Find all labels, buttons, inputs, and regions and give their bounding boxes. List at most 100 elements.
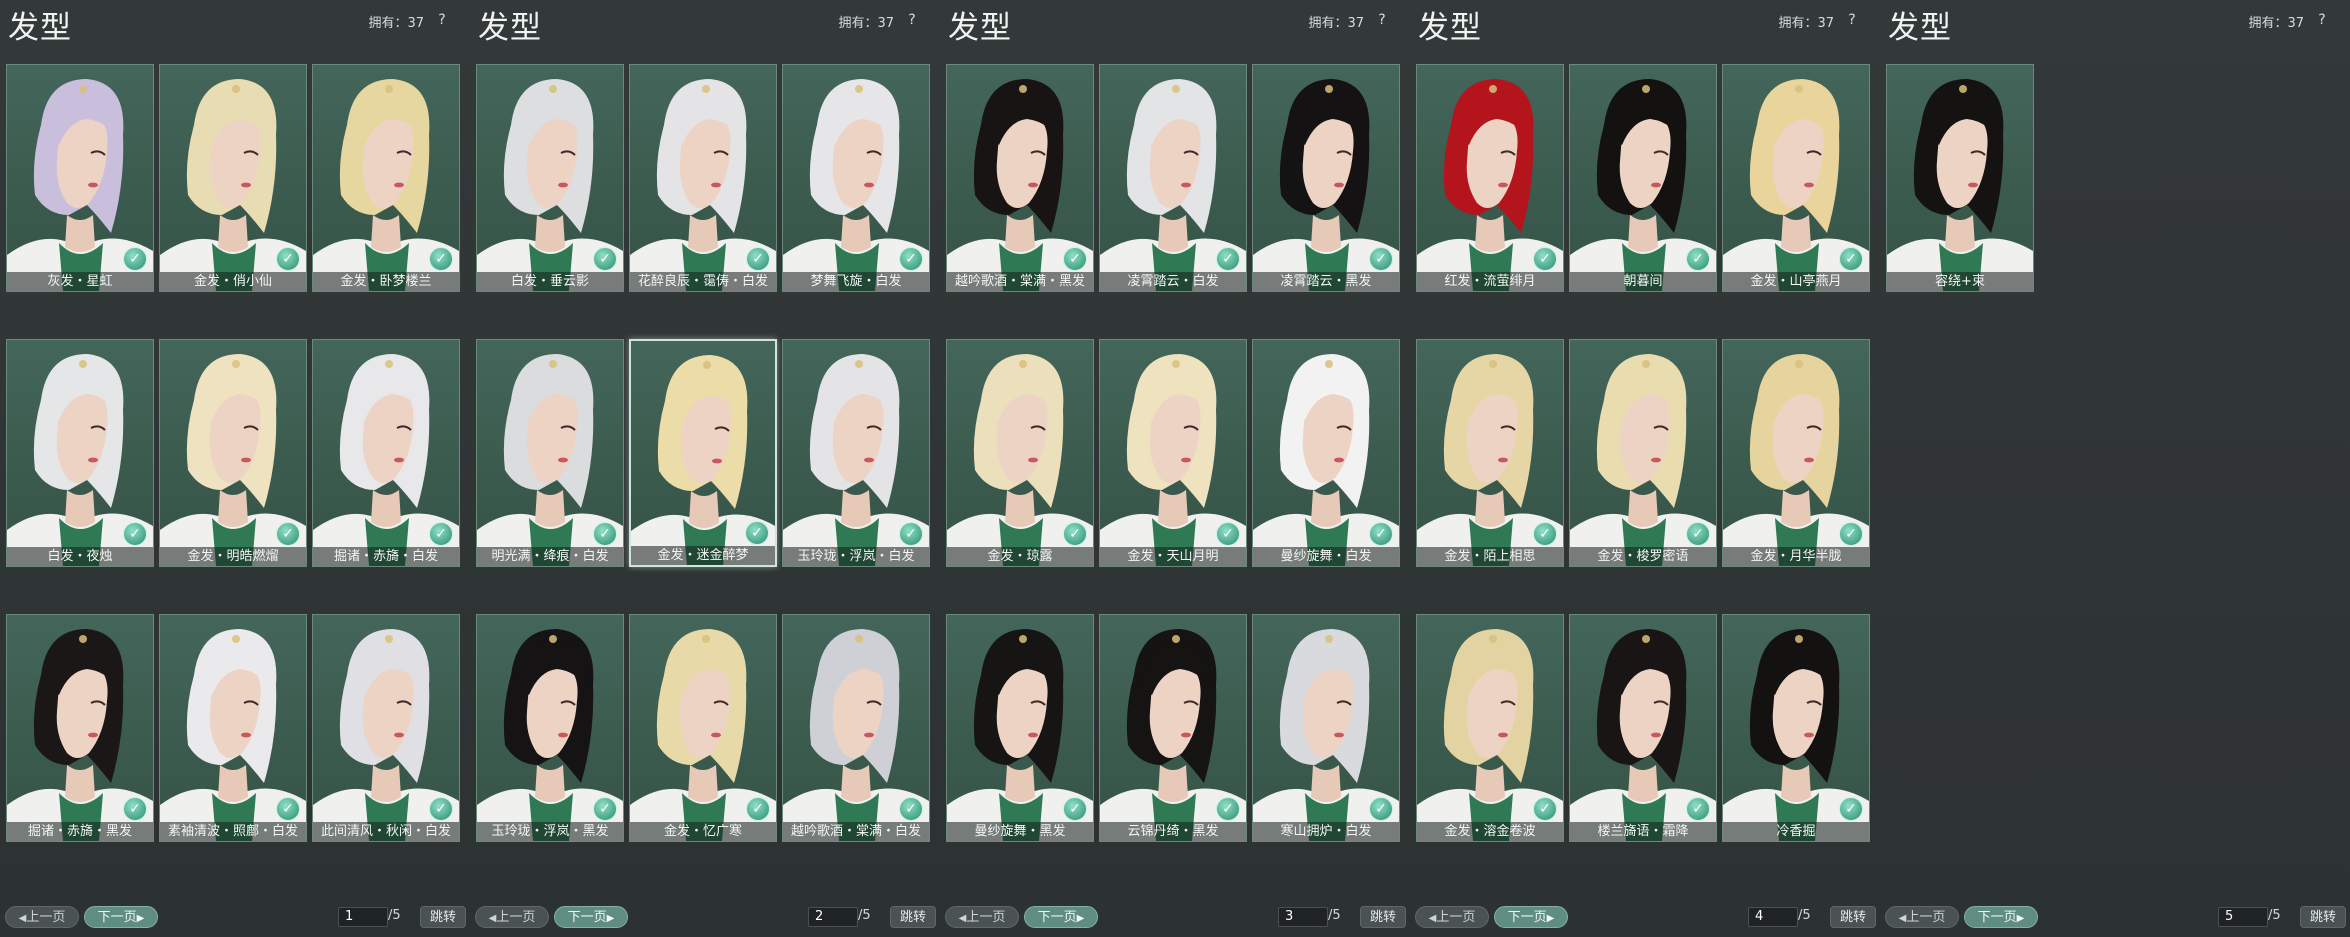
next-page-button[interactable]: 下一页▶ — [554, 906, 628, 928]
hairstyle-label: 凌霄踏云・白发 — [1100, 272, 1246, 291]
help-button[interactable]: ? — [902, 10, 922, 30]
hairstyle-card[interactable]: ✓ 越吟歌酒・棠满・黑发 — [946, 64, 1094, 292]
hairstyle-card[interactable]: ✓ 凌霄踏云・白发 — [1099, 64, 1247, 292]
next-page-button[interactable]: 下一页▶ — [1964, 906, 2038, 928]
hairstyle-card[interactable]: ✓ 楼兰旖语・霜降 — [1569, 614, 1717, 842]
hairstyle-card[interactable]: ✓ 曼纱旋舞・白发 — [1252, 339, 1400, 567]
hairstyle-label: 白发・夜烛 — [7, 547, 153, 566]
hairstyle-label: 素袖清波・照鄜・白发 — [160, 822, 306, 841]
page-number-input[interactable]: 2 — [808, 907, 858, 927]
owned-check-icon: ✓ — [123, 522, 147, 546]
hairstyle-card[interactable]: ✓ 金发・溶金卷波 — [1416, 614, 1564, 842]
character-portrait — [1887, 65, 2033, 291]
next-page-button[interactable]: 下一页▶ — [84, 906, 158, 928]
owned-check-icon: ✓ — [746, 247, 770, 271]
next-page-button[interactable]: 下一页▶ — [1494, 906, 1568, 928]
hairstyle-label: 明光满・绛痕・白发 — [477, 547, 623, 566]
help-button[interactable]: ? — [1372, 10, 1392, 30]
hairstyle-card[interactable]: ✓ 金发・迷金醉梦 — [629, 339, 777, 567]
hairstyle-card[interactable]: ✓ 金发・山亭燕月 — [1722, 64, 1870, 292]
owned-check-icon: ✓ — [593, 522, 617, 546]
hairstyle-card[interactable]: ✓ 金发・明皓燃熘 — [159, 339, 307, 567]
hairstyle-label: 楼兰旖语・霜降 — [1570, 822, 1716, 841]
hairstyle-card[interactable]: ✓ 素袖清波・照鄜・白发 — [159, 614, 307, 842]
hairstyle-label: 金发・卧梦楼兰 — [313, 272, 459, 291]
prev-page-button[interactable]: ◀上一页 — [5, 906, 79, 928]
hairstyle-label: 金发・忆广寒 — [630, 822, 776, 841]
hairstyle-card[interactable]: ✓ 金发・月华半胧 — [1722, 339, 1870, 567]
prev-page-button[interactable]: ◀上一页 — [1415, 906, 1489, 928]
owned-count: 拥有：37 — [1308, 16, 1364, 31]
hairstyle-card[interactable]: 容绕+束 — [1886, 64, 2034, 292]
hairstyle-label: 玉玲珑・浮岚・白发 — [783, 547, 929, 566]
hairstyle-card[interactable]: ✓ 朝暮间 — [1569, 64, 1717, 292]
prev-page-label: 上一页 — [26, 910, 66, 925]
prev-page-button[interactable]: ◀上一页 — [1885, 906, 1959, 928]
owned-check-icon: ✓ — [1216, 247, 1240, 271]
jump-button[interactable]: 跳转 — [890, 906, 936, 928]
hairstyle-card[interactable]: ✓ 梦舞飞旋・白发 — [782, 64, 930, 292]
hairstyle-card[interactable]: ✓ 金发・陌上相思 — [1416, 339, 1564, 567]
hairstyle-card[interactable]: ✓ 曼纱旋舞・黑发 — [946, 614, 1094, 842]
page-title: 发型 — [1888, 10, 1952, 46]
hairstyle-card[interactable]: ✓ 此间清风・秋闲・白发 — [312, 614, 460, 842]
hairstyle-card[interactable]: ✓ 金发・忆广寒 — [629, 614, 777, 842]
help-button[interactable]: ? — [432, 10, 452, 30]
hairstyle-card[interactable]: ✓ 金发・梭罗密语 — [1569, 339, 1717, 567]
next-page-button[interactable]: 下一页▶ — [1024, 906, 1098, 928]
hairstyle-card[interactable]: ✓ 寒山拥炉・白发 — [1252, 614, 1400, 842]
hairstyle-card[interactable]: ✓ 掘诸・赤旖・白发 — [312, 339, 460, 567]
hairstyle-card[interactable]: ✓ 玉玲珑・浮岚・黑发 — [476, 614, 624, 842]
hairstyle-card[interactable]: ✓ 灰发・星虹 — [6, 64, 154, 292]
page-number-input[interactable]: 5 — [2218, 907, 2268, 927]
hairstyle-label: 金发・陌上相思 — [1417, 547, 1563, 566]
hairstyle-card[interactable]: ✓ 冷香掘 — [1722, 614, 1870, 842]
hairstyle-card[interactable]: ✓ 红发・流萤绯月 — [1416, 64, 1564, 292]
owned-check-icon: ✓ — [899, 522, 923, 546]
hairstyle-card[interactable]: ✓ 金发・卧梦楼兰 — [312, 64, 460, 292]
jump-button[interactable]: 跳转 — [1830, 906, 1876, 928]
help-button[interactable]: ? — [2312, 10, 2332, 30]
next-page-label: 下一页 — [97, 910, 137, 925]
hairstyle-label: 金发・月华半胧 — [1723, 547, 1869, 566]
help-button[interactable]: ? — [1842, 10, 1862, 30]
hairstyle-card[interactable]: ✓ 白发・夜烛 — [6, 339, 154, 567]
next-page-label: 下一页 — [1507, 910, 1547, 925]
hairstyle-card[interactable]: ✓ 玉玲珑・浮岚・白发 — [782, 339, 930, 567]
owned-check-icon: ✓ — [1686, 522, 1710, 546]
owned-check-icon: ✓ — [1839, 247, 1863, 271]
page-title: 发型 — [948, 10, 1012, 46]
owned-check-icon: ✓ — [276, 797, 300, 821]
hairstyle-label: 曼纱旋舞・白发 — [1253, 547, 1399, 566]
hairstyle-card[interactable]: ✓ 掘诸・赤旖・黑发 — [6, 614, 154, 842]
jump-button[interactable]: 跳转 — [1360, 906, 1406, 928]
page-panel-2: 发型 拥有：37? ✓ 白发・垂云影 ✓ 花醉良辰・霭俦・白发 ✓ 梦舞飞旋・白发 ✓ 明光满・绛… — [470, 0, 940, 937]
hairstyle-label: 朝暮间 — [1570, 272, 1716, 291]
hairstyle-card[interactable]: ✓ 白发・垂云影 — [476, 64, 624, 292]
owned-check-icon: ✓ — [1533, 247, 1557, 271]
page-title: 发型 — [1418, 10, 1482, 46]
prev-page-button[interactable]: ◀上一页 — [475, 906, 549, 928]
hairstyle-card[interactable]: ✓ 云锦丹绮・黑发 — [1099, 614, 1247, 842]
owned-check-icon: ✓ — [746, 797, 770, 821]
hairstyle-card[interactable]: ✓ 越吟歌酒・棠满・白发 — [782, 614, 930, 842]
chevron-right-icon: ▶ — [1546, 913, 1555, 924]
hairstyle-card[interactable]: ✓ 金发・俏小仙 — [159, 64, 307, 292]
hairstyle-card[interactable]: ✓ 花醉良辰・霭俦・白发 — [629, 64, 777, 292]
page-number-input[interactable]: 1 — [338, 907, 388, 927]
owned-check-icon: ✓ — [1369, 247, 1393, 271]
hairstyle-card[interactable]: ✓ 金发・琼露 — [946, 339, 1094, 567]
hairstyle-card[interactable]: ✓ 凌霄踏云・黑发 — [1252, 64, 1400, 292]
jump-button[interactable]: 跳转 — [2300, 906, 2346, 928]
hairstyle-card[interactable]: ✓ 明光满・绛痕・白发 — [476, 339, 624, 567]
hairstyle-label: 金发・梭罗密语 — [1570, 547, 1716, 566]
jump-button[interactable]: 跳转 — [420, 906, 466, 928]
page-number-input[interactable]: 3 — [1278, 907, 1328, 927]
prev-page-label: 上一页 — [1906, 910, 1946, 925]
hairstyle-label: 掘诸・赤旖・黑发 — [7, 822, 153, 841]
page-number-input[interactable]: 4 — [1748, 907, 1798, 927]
prev-page-button[interactable]: ◀上一页 — [945, 906, 1019, 928]
hairstyle-label: 此间清风・秋闲・白发 — [313, 822, 459, 841]
owned-check-icon: ✓ — [899, 247, 923, 271]
hairstyle-card[interactable]: ✓ 金发・天山月明 — [1099, 339, 1247, 567]
